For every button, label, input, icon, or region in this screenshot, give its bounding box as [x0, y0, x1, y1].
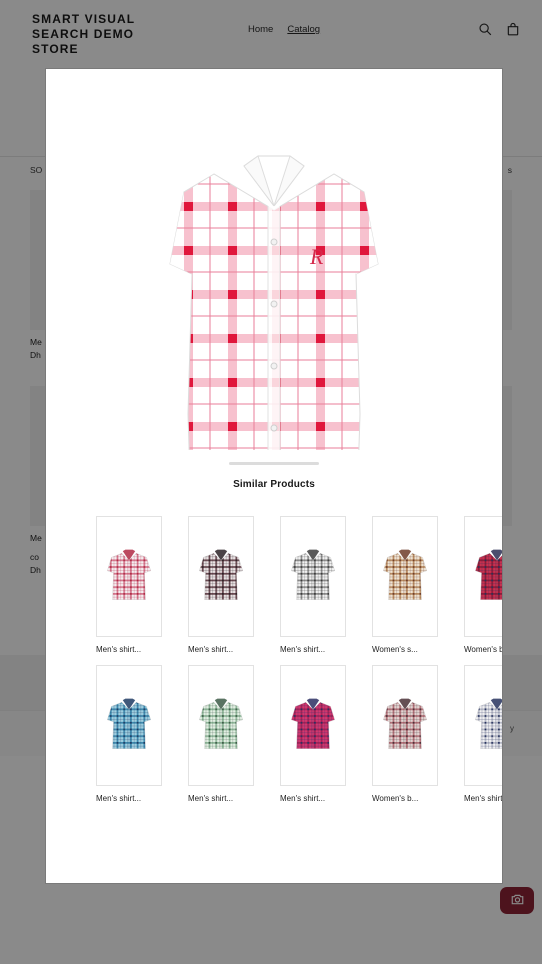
similar-product-label: Men's shirt... [280, 794, 326, 803]
similar-product-card[interactable]: Women's b... [464, 516, 502, 655]
similar-product-thumbnail[interactable] [188, 665, 254, 786]
similar-product-card[interactable]: Men's shirt... [188, 665, 254, 804]
similar-product-thumbnail[interactable] [188, 516, 254, 637]
similar-product-thumbnail[interactable] [372, 665, 438, 786]
similar-product-thumbnail[interactable] [280, 665, 346, 786]
sheet-drag-handle[interactable] [229, 462, 319, 465]
similar-product-thumbnail[interactable] [96, 665, 162, 786]
similar-product-card[interactable]: Men's shirt... [96, 665, 162, 804]
similar-products-title: Similar Products [233, 479, 315, 490]
similar-product-card[interactable]: Men's shirt... [464, 665, 503, 804]
visual-search-modal: R Similar Products Men's shirt... Men's … [45, 68, 503, 884]
similar-product-label: Women's s... [372, 645, 418, 654]
similar-product-label: Women's b... [464, 645, 502, 654]
similar-product-label: Women's b... [372, 794, 419, 803]
similar-product-label: Men's shirt... [188, 794, 234, 803]
similar-product-thumbnail[interactable] [96, 516, 162, 637]
app-root: SMART VISUAL SEARCH DEMO STORE Home Cata… [0, 0, 542, 964]
similar-products-grid: Men's shirt... Men's shirt... Men's shir… [46, 516, 502, 804]
similar-product-label: Men's shirt... [464, 794, 503, 803]
similar-product-card[interactable]: Men's shirt... [280, 516, 346, 655]
similar-products-sheet: Similar Products Men's shirt... Men's sh… [46, 450, 502, 883]
svg-text:R: R [309, 244, 324, 269]
similar-product-thumbnail[interactable] [464, 665, 502, 786]
similar-product-card[interactable]: Men's shirt... [188, 516, 254, 655]
query-image-area: R [46, 69, 502, 450]
query-product-image: R [169, 155, 379, 450]
similar-product-thumbnail[interactable] [372, 516, 438, 637]
similar-product-card[interactable]: Men's shirt... [96, 516, 162, 655]
similar-product-label: Men's shirt... [96, 794, 142, 803]
similar-product-label: Men's shirt... [188, 645, 234, 654]
similar-product-thumbnail[interactable] [280, 516, 346, 637]
similar-product-card[interactable]: Women's b... [372, 665, 438, 804]
similar-product-card[interactable]: Men's shirt... [280, 665, 346, 804]
similar-product-thumbnail[interactable] [464, 516, 502, 637]
similar-product-label: Men's shirt... [280, 645, 326, 654]
similar-product-label: Men's shirt... [96, 645, 142, 654]
similar-product-card[interactable]: Women's s... [372, 516, 438, 655]
